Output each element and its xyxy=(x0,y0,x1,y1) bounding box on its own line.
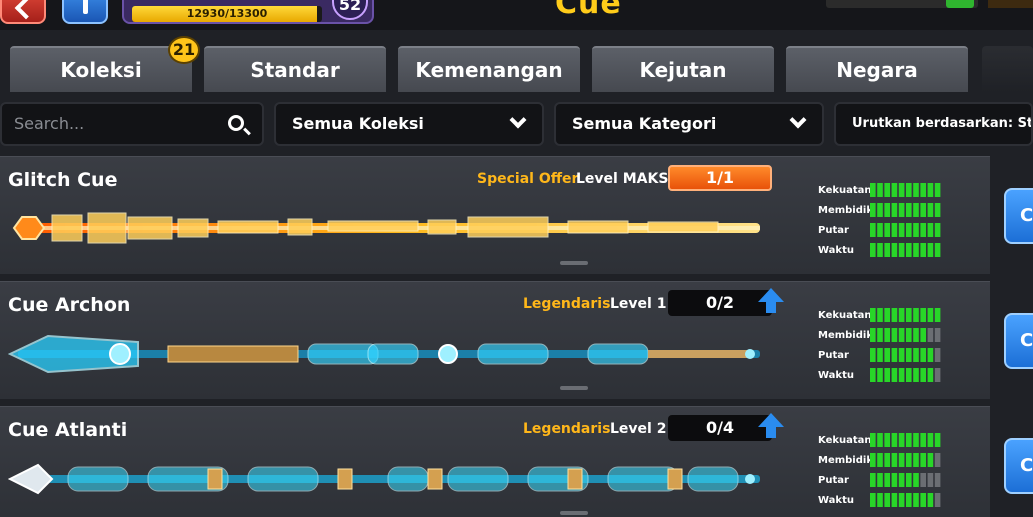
sort-dropdown[interactable]: Urutkan berdasarkan: Stati xyxy=(834,102,1033,146)
filter-row: Search... Semua Koleksi Semua Kategori U… xyxy=(0,102,1033,146)
cue-piece-count: 0/4 xyxy=(668,415,772,441)
back-button[interactable] xyxy=(0,0,46,24)
cue-rarity-tag: Special Offer xyxy=(477,171,579,187)
stat-row: Membidik xyxy=(818,201,948,221)
stat-label: Putar xyxy=(818,475,849,486)
chevron-down-icon xyxy=(789,111,807,129)
stat-label: Putar xyxy=(818,350,849,361)
row-handle xyxy=(560,386,588,390)
arrow-up-icon[interactable] xyxy=(758,413,784,438)
stat-label: Putar xyxy=(818,225,849,236)
stat-label: Kekuatan xyxy=(818,435,872,446)
add-coins-button[interactable] xyxy=(946,0,974,8)
cue-row[interactable]: Cue Archon Legendaris Level 1 0/2 Kekuatan Me… xyxy=(0,281,990,399)
search-icon[interactable] xyxy=(228,115,244,131)
stat-bar xyxy=(870,473,942,487)
sort-dropdown-label: Urutkan berdasarkan: Stati xyxy=(852,116,1033,131)
stat-bar xyxy=(870,203,942,217)
cue-name: Cue Atlanti xyxy=(8,419,128,441)
collection-dropdown-label: Semua Koleksi xyxy=(292,114,424,133)
top-bar: 12930/13300 52 Cue xyxy=(0,0,1033,30)
cue-name: Glitch Cue xyxy=(8,169,118,191)
stat-label: Membidik xyxy=(818,330,873,341)
tab-negara[interactable]: Negara xyxy=(786,46,968,92)
stat-label: Waktu xyxy=(818,370,854,381)
tab-kemenangan[interactable]: Kemenangan xyxy=(398,46,580,92)
cue-action-button[interactable]: C xyxy=(1004,313,1033,369)
cash-display xyxy=(988,0,1033,8)
cue-level: Level 1 xyxy=(610,296,667,312)
cue-stats: Kekuatan Membidik Putar Waktu xyxy=(818,306,948,386)
stat-bar xyxy=(870,453,942,467)
cue-level: Level 2 xyxy=(610,421,667,437)
stat-row: Waktu xyxy=(818,491,948,511)
stat-bar xyxy=(870,183,942,197)
cue-image xyxy=(7,326,768,382)
stat-label: Waktu xyxy=(818,245,854,256)
cue-stats: Kekuatan Membidik Putar Waktu xyxy=(818,431,948,511)
stat-bar xyxy=(870,493,942,507)
cue-rarity-tag: Legendaris xyxy=(523,296,611,312)
stat-row: Kekuatan xyxy=(818,306,948,326)
cue-action-button[interactable]: C xyxy=(1004,438,1033,494)
stat-row: Waktu xyxy=(818,366,948,386)
stat-row: Membidik xyxy=(818,326,948,346)
stat-bar xyxy=(870,433,942,447)
koleksi-count-badge: 21 xyxy=(168,36,200,64)
stat-row: Waktu xyxy=(818,241,948,261)
tab-kejutan[interactable]: Kejutan xyxy=(592,46,774,92)
stat-label: Membidik xyxy=(818,455,873,466)
tab-partial[interactable] xyxy=(982,46,1033,92)
arrow-up-icon[interactable] xyxy=(758,288,784,313)
cue-rarity-tag: Legendaris xyxy=(523,421,611,437)
stat-bar xyxy=(870,223,942,237)
stat-bar xyxy=(870,243,942,257)
stat-label: Membidik xyxy=(818,205,873,216)
stat-row: Kekuatan xyxy=(818,181,948,201)
stat-label: Waktu xyxy=(818,495,854,506)
search-input[interactable]: Search... xyxy=(0,102,264,146)
cue-action-button[interactable]: C xyxy=(1004,188,1033,244)
stat-label: Kekuatan xyxy=(818,185,872,196)
cue-row[interactable]: Glitch Cue Special Offer Level MAKS 1/1 Keku… xyxy=(0,156,990,274)
stat-label: Kekuatan xyxy=(818,310,872,321)
stat-bar xyxy=(870,368,942,382)
chevron-down-icon xyxy=(509,111,527,129)
category-dropdown-label: Semua Kategori xyxy=(572,114,717,133)
stat-row: Putar xyxy=(818,221,948,241)
category-dropdown[interactable]: Semua Kategori xyxy=(554,102,824,146)
stat-row: Putar xyxy=(818,346,948,366)
xp-progress-bar: 12930/13300 xyxy=(132,6,322,22)
page-title: Cue xyxy=(555,0,622,21)
cue-stats: Kekuatan Membidik Putar Waktu xyxy=(818,181,948,261)
cue-piece-count: 1/1 xyxy=(668,165,772,191)
cue-piece-count: 0/2 xyxy=(668,290,772,316)
stat-row: Putar xyxy=(818,471,948,491)
stat-bar xyxy=(870,348,942,362)
cue-level: Level MAKS xyxy=(576,171,669,187)
tab-koleksi[interactable]: Koleksi xyxy=(10,46,192,92)
tab-standar[interactable]: Standar xyxy=(204,46,386,92)
cue-image xyxy=(8,201,768,257)
cue-image xyxy=(7,451,768,507)
row-handle xyxy=(560,511,588,515)
stat-row: Kekuatan xyxy=(818,431,948,451)
info-button[interactable] xyxy=(62,0,108,24)
stat-bar xyxy=(870,308,942,322)
stat-row: Membidik xyxy=(818,451,948,471)
cue-row[interactable]: Cue Atlanti Legendaris Level 2 0/4 Kekuatan M… xyxy=(0,406,990,517)
stat-bar xyxy=(870,328,942,342)
row-handle xyxy=(560,261,588,265)
xp-progress-text: 12930/13300 xyxy=(186,7,268,20)
tab-bar: Koleksi Standar Kemenangan Kejutan Negar… xyxy=(0,46,1033,96)
cue-name: Cue Archon xyxy=(8,294,131,316)
collection-dropdown[interactable]: Semua Koleksi xyxy=(274,102,544,146)
search-placeholder: Search... xyxy=(14,114,85,133)
